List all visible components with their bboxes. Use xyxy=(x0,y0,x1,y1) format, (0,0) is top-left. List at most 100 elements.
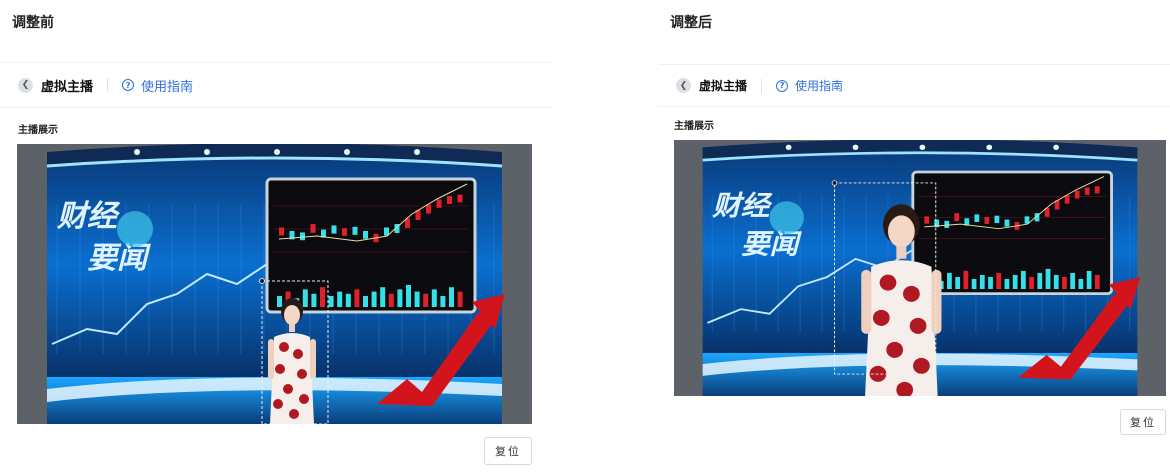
volume-bar xyxy=(1012,274,1018,290)
volume-bar xyxy=(988,276,993,290)
before-header-title: 虚拟主播 xyxy=(41,79,94,95)
ceiling-spotlight xyxy=(986,144,993,151)
volume-bar xyxy=(431,289,437,307)
candlestick xyxy=(954,213,960,222)
volume-bar xyxy=(947,272,952,290)
after-section-label: 主播展示 xyxy=(674,121,714,132)
globe-icon xyxy=(117,211,153,247)
volume-bar xyxy=(996,272,1002,290)
volume-bar xyxy=(1062,276,1067,290)
back-icon[interactable]: ❮ xyxy=(676,78,691,93)
anchor-arm-right xyxy=(931,269,942,334)
volume-bar xyxy=(337,291,343,307)
volume-bar xyxy=(423,293,429,307)
back-icon[interactable]: ❮ xyxy=(18,77,33,93)
after-panel: ❮ 虚拟主播 ? 使用指南 主播展示 财经 要闻 复位 xyxy=(658,64,1170,472)
before-caption: 调整前 xyxy=(12,15,54,31)
anchor-arm-right xyxy=(310,339,316,379)
after-header: ❮ 虚拟主播 ? 使用指南 xyxy=(658,65,1170,107)
dress-flower xyxy=(886,341,904,358)
anchor-arm-left xyxy=(268,339,274,379)
ceiling-spotlight xyxy=(919,144,926,151)
volume-bar xyxy=(397,289,403,307)
candlestick xyxy=(447,196,452,204)
before-section-label: 主播展示 xyxy=(18,125,58,136)
volume-bar xyxy=(1094,274,1100,290)
candlestick xyxy=(1094,186,1100,194)
volume-bar xyxy=(311,293,317,307)
volume-bar xyxy=(979,274,985,290)
anchor-face xyxy=(887,215,915,248)
ceiling-spotlight xyxy=(274,149,280,155)
volume-bar xyxy=(971,278,977,290)
after-anchor-stage[interactable]: 财经 要闻 xyxy=(674,140,1166,396)
before-header: ❮ 虚拟主播 ? 使用指南 xyxy=(0,63,553,108)
market-monitor xyxy=(265,177,477,314)
dress-flower xyxy=(913,357,930,374)
resize-handle xyxy=(259,278,265,284)
ceiling-spotlight xyxy=(414,149,420,155)
candlestick xyxy=(924,216,930,224)
before-anchor-stage[interactable]: 财经要闻 xyxy=(17,144,532,424)
dress-flower xyxy=(299,394,309,404)
dress-flower xyxy=(293,349,303,359)
candlestick xyxy=(426,204,431,214)
before-guide-link[interactable]: 使用指南 xyxy=(141,76,193,95)
dress-flower xyxy=(297,369,307,379)
ceiling-spotlight xyxy=(204,149,210,155)
header-divider xyxy=(761,78,763,93)
studio-logo-line1: 财经 xyxy=(711,190,773,222)
market-monitor xyxy=(911,170,1113,295)
volume-bar xyxy=(449,287,454,307)
volume-bar xyxy=(963,270,969,290)
volume-bar xyxy=(320,287,325,307)
candlestick xyxy=(352,226,358,235)
dress-flower xyxy=(279,342,289,352)
candlestick xyxy=(363,231,368,239)
volume-bar xyxy=(1053,274,1059,290)
candlestick xyxy=(1004,219,1010,227)
volume-bar xyxy=(1086,270,1092,290)
question-circle-icon[interactable]: ? xyxy=(122,79,135,91)
after-guide-link[interactable]: 使用指南 xyxy=(795,77,843,94)
candlestick xyxy=(1064,195,1070,204)
volume-bar xyxy=(277,296,282,307)
anchor-arm-left xyxy=(861,269,872,334)
candlestick xyxy=(994,215,1000,224)
volume-bar xyxy=(1004,278,1010,290)
candlestick xyxy=(1084,187,1090,195)
ceiling-spotlight xyxy=(134,149,140,155)
volume-bar xyxy=(345,293,351,307)
question-circle-icon[interactable]: ? xyxy=(776,79,789,92)
anchor-neck xyxy=(896,245,907,259)
candlestick xyxy=(342,228,347,236)
dress-flower xyxy=(909,317,927,334)
volume-bar xyxy=(457,291,463,307)
after-column: 调整后 ❮ 虚拟主播 ? 使用指南 主播展示 财经 要闻 复位 xyxy=(658,0,1170,472)
candlestick xyxy=(1074,190,1080,199)
volume-bar xyxy=(380,287,386,307)
after-caption: 调整后 xyxy=(670,15,712,31)
anchor-neck xyxy=(289,324,295,332)
after-header-title: 虚拟主播 xyxy=(699,79,748,93)
volume-bar xyxy=(955,276,961,290)
studio-logo-line2: 要闻 xyxy=(87,241,151,276)
studio-logo-line1: 财经 xyxy=(56,199,121,234)
ceiling-spotlight xyxy=(852,144,859,151)
ceiling-spotlight xyxy=(785,144,792,151)
candlestick xyxy=(984,216,990,224)
volume-bar xyxy=(1029,276,1034,290)
before-column: 调整前 ❮ 虚拟主播 ? 使用指南 主播展示 财经要闻 复位 xyxy=(0,0,555,472)
volume-bar xyxy=(1078,278,1084,290)
volume-bar xyxy=(1020,270,1026,290)
ceiling-spotlight xyxy=(344,149,350,155)
header-divider xyxy=(107,78,109,92)
candlestick xyxy=(331,225,337,234)
resize-handle xyxy=(831,180,838,186)
dress-flower xyxy=(273,399,283,409)
volume-bar xyxy=(354,289,360,307)
dress-flower xyxy=(283,384,293,394)
before-reset-button[interactable]: 复位 xyxy=(484,437,532,465)
after-reset-button[interactable]: 复位 xyxy=(1120,409,1166,435)
dress-flower xyxy=(289,409,299,419)
